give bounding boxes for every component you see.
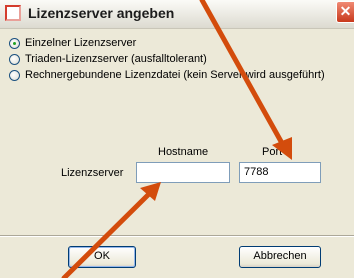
dialog-title: Lizenzserver angeben xyxy=(28,5,175,21)
port-input[interactable]: 7788 xyxy=(239,162,321,183)
radio-label: Einzelner Lizenzserver xyxy=(25,37,137,49)
radio-selected-dot xyxy=(13,42,16,45)
license-server-dialog: Lizenzserver angeben ✕ Einzelner Lizenzs… xyxy=(0,0,354,278)
button-separator xyxy=(0,235,354,237)
ok-button[interactable]: OK xyxy=(68,246,136,268)
radio-button[interactable] xyxy=(9,70,20,81)
port-column-header: Port xyxy=(262,146,283,158)
hostname-column-header: Hostname xyxy=(158,146,209,158)
license-icon xyxy=(5,5,21,21)
radio-button[interactable] xyxy=(9,54,20,65)
cancel-button[interactable]: Abbrechen xyxy=(239,246,321,268)
radio-label: Triaden-Lizenzserver (ausfalltolerant) xyxy=(25,53,207,65)
radio-button[interactable] xyxy=(9,38,20,49)
radio-label: Rechnergebundene Lizenzdatei (kein Serve… xyxy=(25,69,325,81)
license-server-label: Lizenzserver xyxy=(61,167,124,179)
close-icon[interactable]: ✕ xyxy=(336,1,354,23)
title-bar: Lizenzserver angeben ✕ xyxy=(0,0,354,29)
hostname-input[interactable] xyxy=(136,162,230,183)
